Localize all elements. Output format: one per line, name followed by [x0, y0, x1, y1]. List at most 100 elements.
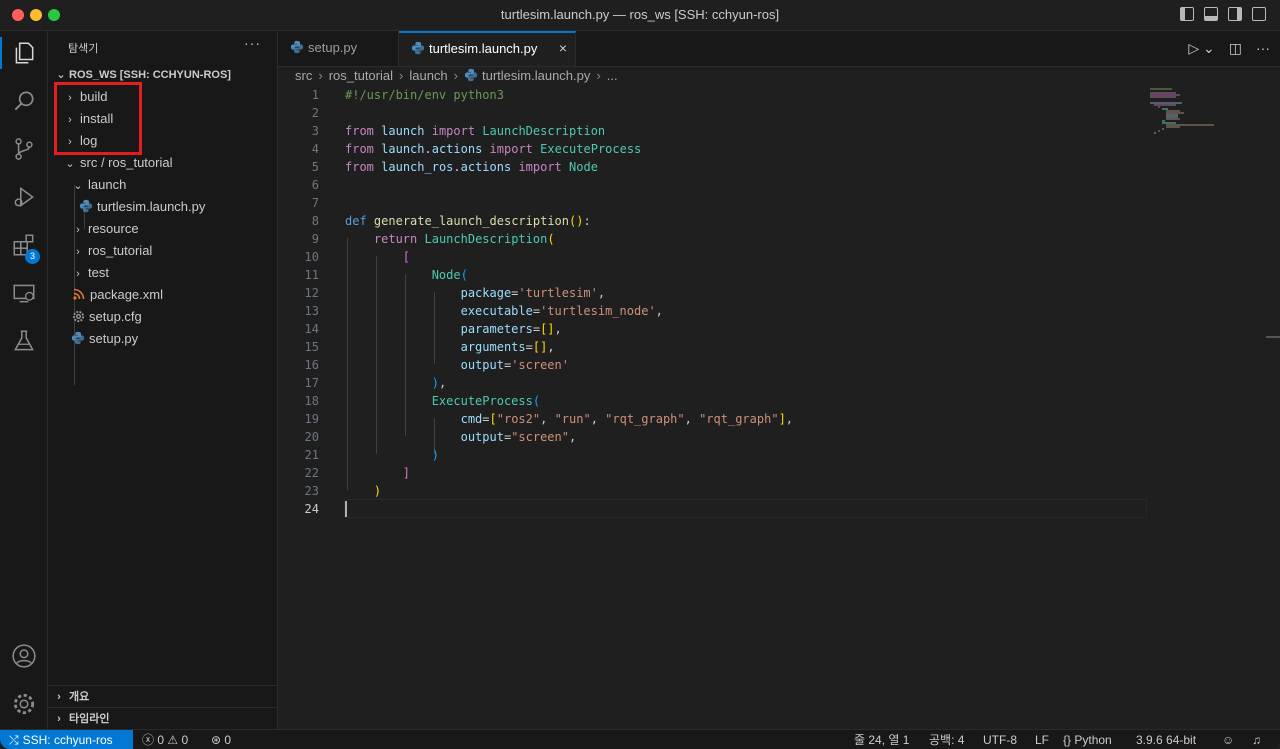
customize-layout-icon[interactable]: [1252, 7, 1266, 21]
notifications-icon[interactable]: ♫: [1252, 730, 1261, 749]
close-tab-icon[interactable]: ×: [559, 33, 567, 64]
split-editor-icon[interactable]: ◫: [1229, 40, 1242, 57]
workspace-root[interactable]: ⌄ ROS_WS [SSH: CCHYUN-ROS]: [54, 68, 231, 81]
code-line-10: [: [402, 250, 411, 264]
tab-setup-py[interactable]: setup.py: [278, 31, 399, 66]
manage-activity[interactable]: [0, 684, 47, 724]
remote-indicator[interactable]: ⤭ SSH: cchyun-ros: [0, 730, 133, 749]
scrollbar-position[interactable]: [1266, 336, 1280, 338]
outline-label: 개요: [69, 691, 90, 703]
tree-folder-test[interactable]: › test: [71, 262, 109, 284]
code-line-1: #!/usr/bin/env python3: [345, 88, 504, 102]
source-control-icon: [14, 138, 33, 160]
broadcast-icon: ⊛: [211, 733, 222, 747]
line-number: 5: [311, 160, 319, 174]
current-line-highlight: [344, 499, 1147, 518]
ports-indicator[interactable]: ⊛ 0: [211, 730, 231, 749]
line-number: 24: [304, 502, 319, 516]
remote-icon: ⤭: [9, 733, 19, 747]
line-number: 8: [311, 214, 319, 228]
search-icon: [14, 91, 34, 111]
highlight-box: [54, 82, 142, 155]
code-line-12: package='turtlesim',: [460, 286, 606, 300]
indentation-indicator[interactable]: 공백: 4: [929, 730, 964, 749]
code-editor[interactable]: 1 2 3 4 5 6 7 8 9 10 11 12 13 14 15 16 17 18 19 20 21 22 23 24 …: [278, 86, 1280, 728]
cursor-position[interactable]: 줄 24, 열 1: [854, 730, 909, 749]
tree-item-label: package.xml: [90, 287, 163, 302]
code-line-13: executable='turtlesim_node',: [460, 304, 663, 318]
search-activity[interactable]: [0, 81, 47, 121]
tree-folder-ros-tutorial[interactable]: › ros_tutorial: [71, 240, 152, 262]
tree-item-label: setup.py: [89, 331, 139, 346]
line-number: 2: [311, 106, 319, 120]
source-control-activity[interactable]: [0, 129, 47, 169]
chevron-right-icon: ›: [76, 246, 80, 258]
run-python-file-icon[interactable]: ▷ ⌄: [1188, 40, 1214, 57]
accounts-activity[interactable]: [0, 636, 47, 676]
remote-explorer-activity[interactable]: [0, 273, 47, 313]
line-number: 21: [304, 448, 319, 462]
breadcrumb-item[interactable]: launch: [409, 68, 447, 83]
toggle-panel-icon[interactable]: [1204, 7, 1218, 21]
line-number: 3: [311, 124, 319, 138]
toggle-secondary-sidebar-icon[interactable]: [1228, 7, 1242, 21]
python-interpreter[interactable]: 3.9.6 64-bit: [1136, 730, 1196, 749]
code-line-20: output="screen",: [460, 430, 577, 444]
eol-indicator[interactable]: LF: [1035, 730, 1049, 749]
tree-file-turtlesim-launch[interactable]: turtlesim.launch.py: [79, 196, 205, 218]
breadcrumb-item[interactable]: src: [295, 68, 312, 83]
code-line-22: ]: [402, 466, 411, 480]
line-number: 7: [311, 196, 319, 210]
breadcrumb-item[interactable]: turtlesim.launch.py: [482, 68, 590, 83]
language-mode[interactable]: {} Python: [1063, 730, 1112, 749]
window-title: turtlesim.launch.py — ros_ws [SSH: cchyu…: [500, 7, 780, 22]
encoding-indicator[interactable]: UTF-8: [983, 730, 1017, 749]
breadcrumb-item[interactable]: ros_tutorial: [329, 68, 393, 83]
tree-folder-launch[interactable]: ⌄ launch: [71, 174, 126, 196]
run-debug-activity[interactable]: [0, 177, 47, 217]
outline-section[interactable]: › 개요: [48, 685, 277, 708]
ports-count: 0: [224, 733, 232, 747]
braces-icon: {}: [1063, 733, 1072, 747]
more-actions-icon[interactable]: ···: [1256, 40, 1270, 57]
tab-turtlesim-launch[interactable]: turtlesim.launch.py ×: [399, 31, 576, 66]
code-line-5: from launch_ros.actions import Node: [345, 160, 598, 174]
line-number: 12: [304, 286, 319, 300]
code-line-9: return LaunchDescription(: [373, 232, 555, 246]
timeline-section[interactable]: › 타임라인: [48, 707, 277, 730]
code-line-8: def generate_launch_description():: [345, 214, 591, 228]
code-line-23: ): [373, 484, 382, 498]
extensions-activity[interactable]: 3: [0, 225, 47, 265]
minimap[interactable]: [1150, 88, 1270, 148]
tree-folder-src-ros-tutorial[interactable]: ⌄ src / ros_tutorial: [63, 152, 172, 174]
tree-folder-resource[interactable]: › resource: [71, 218, 138, 240]
toggle-primary-sidebar-icon[interactable]: [1180, 7, 1194, 21]
chevron-right-icon: ›: [453, 68, 458, 83]
tree-file-package-xml[interactable]: package.xml: [72, 284, 163, 306]
line-number: 6: [311, 178, 319, 192]
line-number: 10: [304, 250, 319, 264]
account-icon: [11, 644, 36, 668]
breadcrumb-item[interactable]: ...: [607, 68, 618, 83]
tree-file-setup-py[interactable]: setup.py: [71, 328, 138, 350]
chevron-down-icon: ⌄: [65, 158, 75, 170]
chevron-right-icon: ›: [76, 224, 80, 236]
tree-item-label: turtlesim.launch.py: [97, 199, 206, 214]
run-debug-icon: [14, 186, 34, 208]
tab-label: setup.py: [308, 40, 358, 55]
tree-file-setup-cfg[interactable]: setup.cfg: [72, 306, 142, 328]
tree-item-label: launch: [88, 177, 127, 192]
editor-tabs: setup.py turtlesim.launch.py × ▷ ⌄ ◫ ···: [278, 31, 1280, 67]
problems-indicator[interactable]: ⓧ 0 ⚠ 0: [142, 730, 188, 749]
line-number: 1: [311, 88, 319, 102]
feedback-icon[interactable]: ☺: [1222, 730, 1234, 749]
rss-icon: [73, 288, 85, 300]
remote-label: SSH: cchyun-ros: [22, 733, 113, 747]
error-icon: ⓧ: [142, 733, 155, 747]
activity-bar: 3: [0, 31, 48, 729]
python-file-icon: [290, 40, 304, 54]
explorer-activity[interactable]: [0, 33, 47, 73]
explorer-more-actions-button[interactable]: ···: [244, 35, 261, 51]
testing-activity[interactable]: [0, 321, 47, 361]
code-line-14: parameters=[],: [460, 322, 562, 336]
